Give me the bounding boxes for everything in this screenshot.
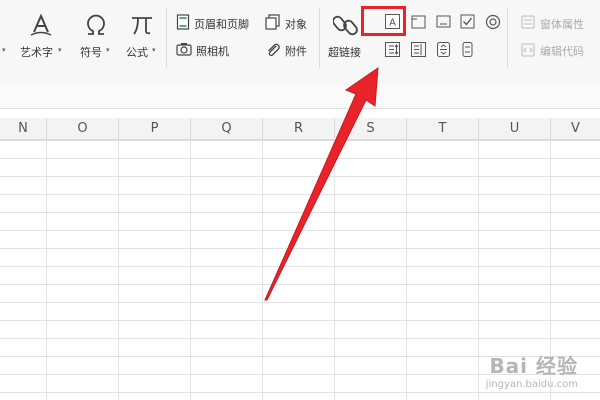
baidu-watermark: Bai 经验 jingyan.baidu.com [486, 350, 578, 390]
watermark-main: Bai 经验 [489, 354, 578, 378]
watermark-sub: jingyan.baidu.com [485, 379, 578, 390]
annotation-arrow [264, 66, 379, 301]
